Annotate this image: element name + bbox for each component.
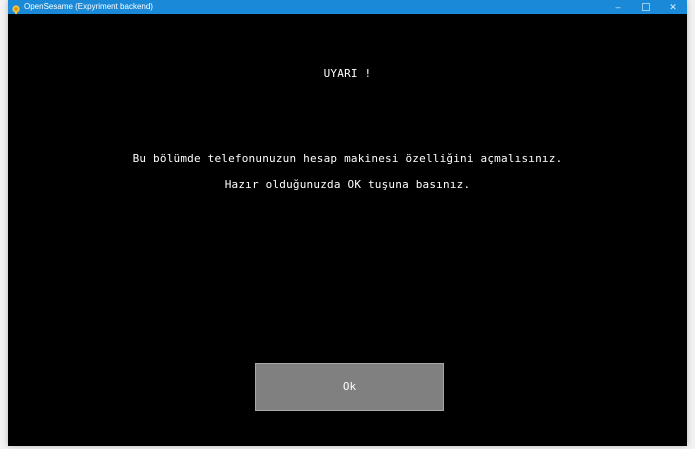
maximize-icon [642, 3, 650, 11]
minimize-icon: – [615, 2, 621, 12]
app-window: OpenSesame (Expyriment backend) – ✕ UYAR… [8, 0, 687, 446]
minimize-button[interactable]: – [604, 0, 632, 14]
title-bar[interactable]: OpenSesame (Expyriment backend) – ✕ [8, 0, 687, 15]
maximize-button[interactable] [632, 0, 660, 14]
window-title: OpenSesame (Expyriment backend) [24, 2, 153, 11]
ok-button[interactable]: Ok [255, 363, 444, 411]
warning-title: UYARI ! [323, 67, 372, 80]
opensesame-icon [11, 2, 21, 15]
experiment-canvas: UYARI ! Bu bölümde telefonunuzun hesap m… [8, 14, 687, 446]
instruction-line-1: Bu bölümde telefonunuzun hesap makinesi … [132, 152, 563, 165]
instruction-line-2: Hazır olduğunuzda OK tuşuna basınız. [224, 178, 471, 191]
close-icon: ✕ [669, 2, 677, 12]
close-button[interactable]: ✕ [659, 0, 687, 14]
